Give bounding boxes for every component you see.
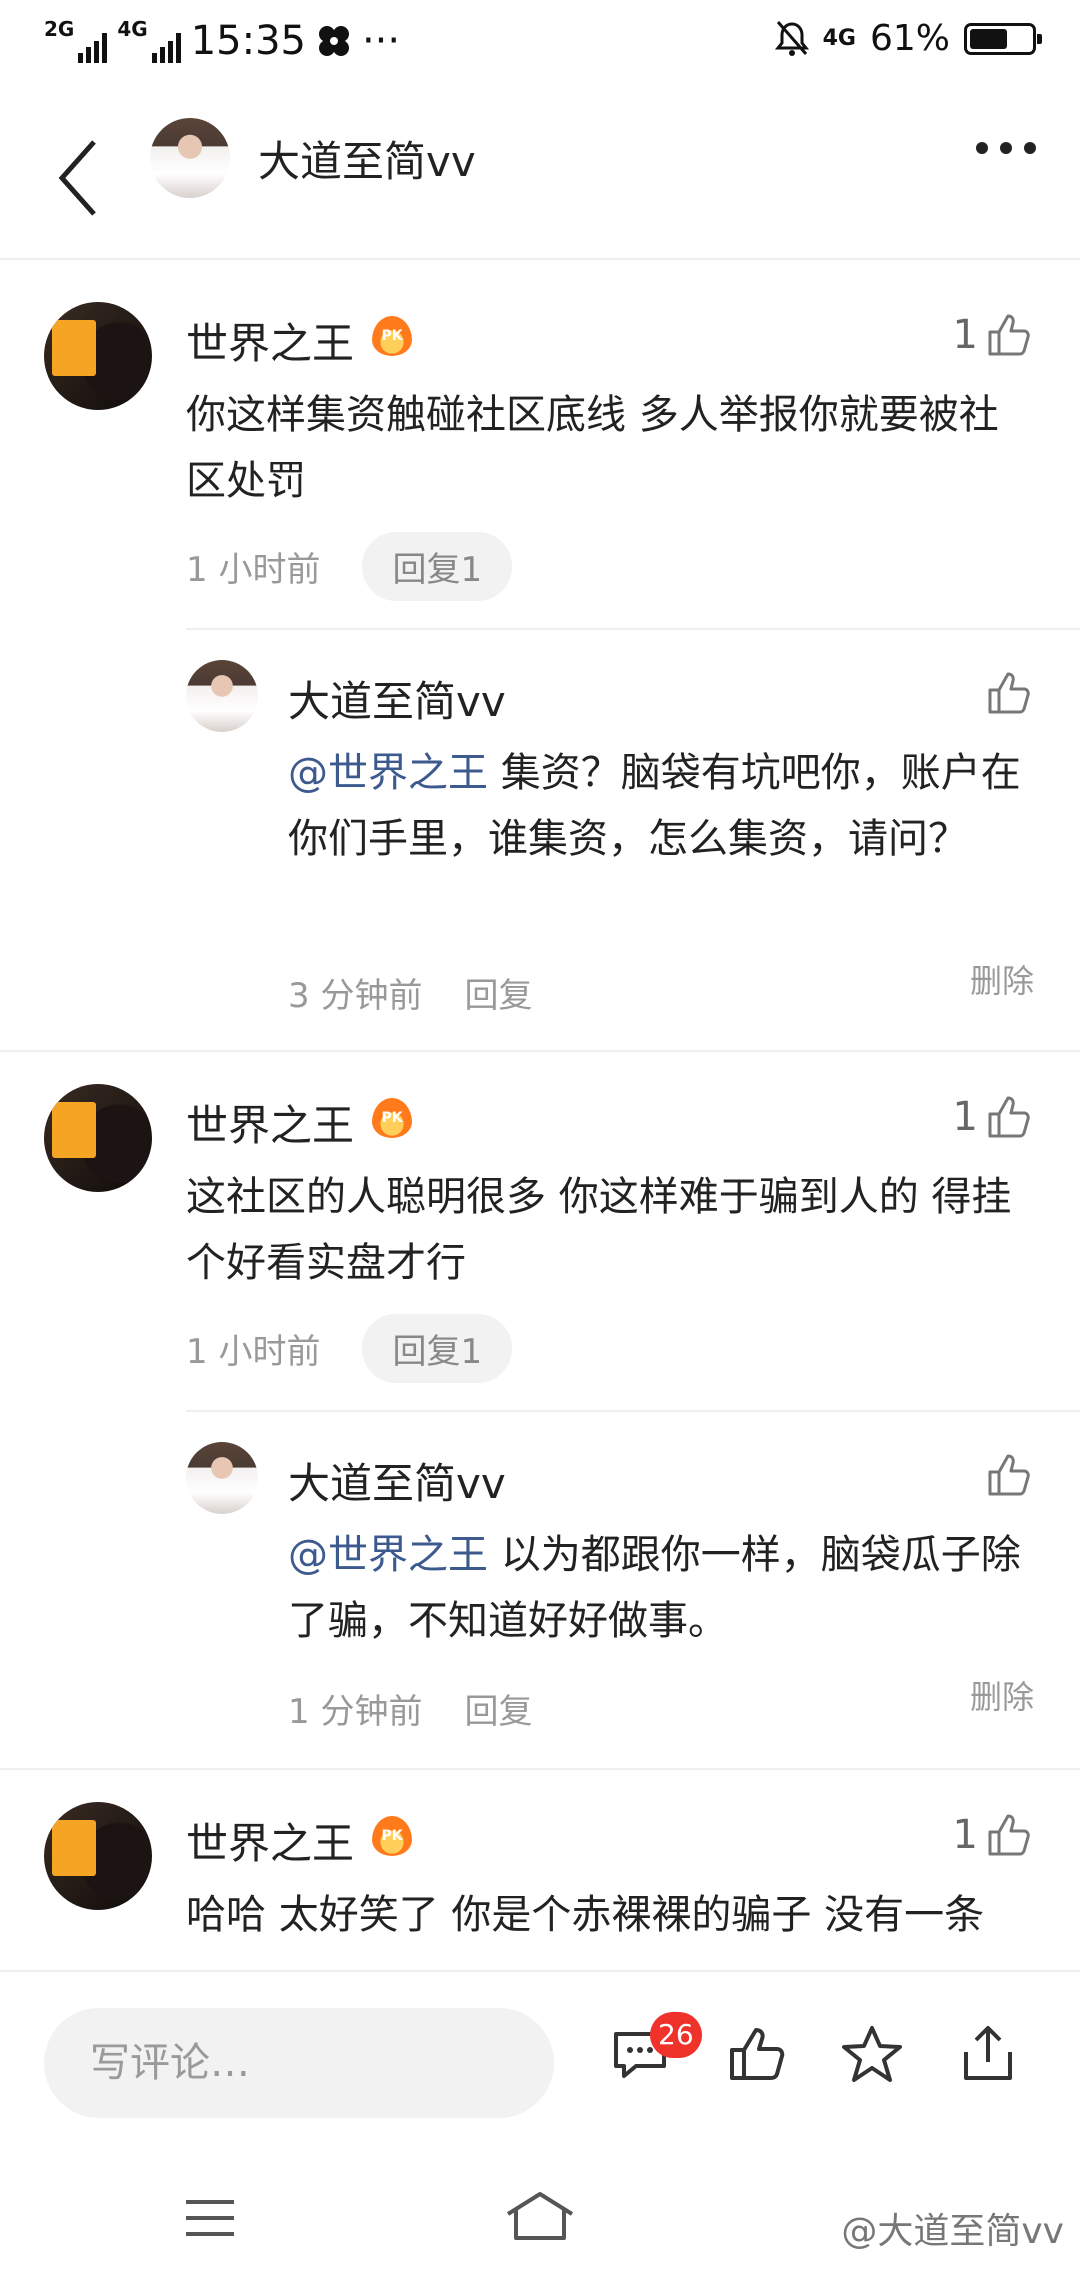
more-options-icon[interactable] — [976, 142, 1036, 154]
watermark: @大道至简vv — [841, 2211, 1064, 2252]
net-label-4g: 4G — [117, 17, 148, 41]
reply-button[interactable]: 回复 — [464, 968, 532, 1017]
battery-icon — [964, 22, 1042, 55]
mute-bell-icon — [774, 20, 809, 56]
thread-divider — [0, 1768, 1080, 1770]
clock: 15:35 — [190, 18, 306, 64]
battery-fill — [970, 28, 1007, 49]
status-bar: 2G 4G 15:35 ··· 4G 61% — [0, 0, 1080, 84]
more-notifications: ··· — [361, 18, 401, 64]
delete-button[interactable]: 删除 — [970, 1672, 1034, 1718]
signal-bars-icon — [151, 33, 181, 63]
comment-text: 哈哈 太好笑了 你是个赤裸裸的骗子 没有一条 — [186, 1892, 985, 1938]
pk-badge-icon: PK — [372, 316, 412, 356]
system-nav-bar: @大道至简vv — [0, 2140, 1080, 2280]
comment-time: 1 小时前 — [186, 550, 321, 590]
delete-button[interactable]: 删除 — [970, 956, 1034, 1002]
pk-badge-icon: PK — [372, 1816, 412, 1856]
thumbs-up-icon — [988, 1814, 1030, 1856]
thumbs-up-icon — [988, 314, 1030, 356]
commenter-avatar[interactable] — [44, 302, 152, 410]
like-count: 1 — [952, 312, 978, 358]
home-icon[interactable] — [504, 2190, 576, 2242]
like-button[interactable]: 1 — [953, 310, 1034, 360]
comment-text: 你这样集资触碰社区底线 多人举报你就要被社区处罚 — [186, 392, 999, 504]
replier-avatar[interactable] — [186, 660, 258, 732]
pinwheel-icon — [318, 26, 349, 56]
favorite-star-icon[interactable] — [840, 2022, 904, 2086]
thumbs-up-icon[interactable] — [984, 668, 1034, 718]
comment-time: 1 小时前 — [186, 1332, 321, 1372]
signal-2g: 2G — [44, 17, 108, 63]
comment-count-badge: 26 — [650, 2012, 702, 2058]
commenter-avatar[interactable] — [44, 1084, 152, 1192]
replier-name[interactable]: 大道至简vv — [288, 668, 506, 729]
like-button[interactable]: 1 — [953, 1092, 1034, 1142]
menu-icon[interactable] — [184, 2198, 236, 2238]
thumbs-up-icon[interactable] — [984, 1450, 1034, 1500]
commenter-name[interactable]: 世界之王 — [186, 1092, 354, 1153]
thread-divider — [0, 1050, 1080, 1052]
reply-meta: 1 分钟前 回复 — [288, 1684, 532, 1733]
battery-percent: 61% — [869, 18, 950, 59]
commenter-avatar[interactable] — [44, 1802, 152, 1910]
reply-text: @世界之王 集资？脑袋有坑吧你，账户在你们手里，谁集资，怎么集资，请问？ — [288, 740, 1028, 872]
commenter-name[interactable]: 世界之王 — [186, 1810, 354, 1871]
replier-name[interactable]: 大道至简vv — [288, 1450, 506, 1511]
reply-count-button[interactable]: 回复1 — [362, 532, 513, 601]
reply-divider — [186, 628, 1080, 630]
share-icon[interactable] — [956, 2022, 1020, 2086]
comment-meta: 1 小时前 回复1 — [186, 1314, 513, 1383]
reply-meta: 3 分钟前 回复 — [288, 968, 532, 1017]
reply-text: @世界之王 以为都跟你一样，脑袋瓜子除了骗，不知道好好做事。 — [288, 1522, 1028, 1654]
reply-button[interactable]: 回复 — [464, 1684, 532, 1733]
author-avatar[interactable] — [150, 118, 230, 198]
lte-indicator: 4G — [822, 26, 856, 51]
commenter-name[interactable]: 世界之王 — [186, 310, 354, 371]
signal-bars-icon — [78, 33, 108, 63]
back-arrow-icon[interactable] — [50, 128, 110, 228]
like-icon[interactable] — [724, 2022, 788, 2086]
thumbs-up-icon — [988, 1096, 1030, 1138]
reply-time: 1 分钟前 — [288, 1692, 423, 1732]
like-count: 1 — [952, 1094, 978, 1140]
signal-4g: 4G — [117, 17, 181, 63]
reply-count-button[interactable]: 回复1 — [362, 1314, 513, 1383]
reply-divider — [186, 1410, 1080, 1412]
comment-meta: 1 小时前 回复1 — [186, 532, 513, 601]
like-count: 1 — [952, 1812, 978, 1858]
like-button[interactable]: 1 — [953, 1810, 1034, 1860]
pk-badge-icon: PK — [372, 1098, 412, 1138]
replier-avatar[interactable] — [186, 1442, 258, 1514]
mention-link[interactable]: @世界之王 — [288, 1532, 488, 1578]
reply-time: 3 分钟前 — [288, 976, 423, 1016]
comment-thread-3: 世界之王 PK 1 哈哈 太好笑了 你是个赤裸裸的骗子 没有一条 — [0, 1802, 1080, 1970]
comment-input[interactable]: 写评论… — [44, 2008, 554, 2118]
comment-action-bar: 写评论… 26 — [0, 1970, 1080, 2140]
author-name[interactable]: 大道至简vv — [258, 128, 476, 189]
comment-text: 这社区的人聪明很多 你这样难于骗到人的 得挂个好看实盘才行 — [186, 1174, 1012, 1286]
net-label-2g: 2G — [44, 17, 75, 41]
mention-link[interactable]: @世界之王 — [288, 750, 488, 796]
page-header: 大道至简vv — [0, 100, 1080, 260]
